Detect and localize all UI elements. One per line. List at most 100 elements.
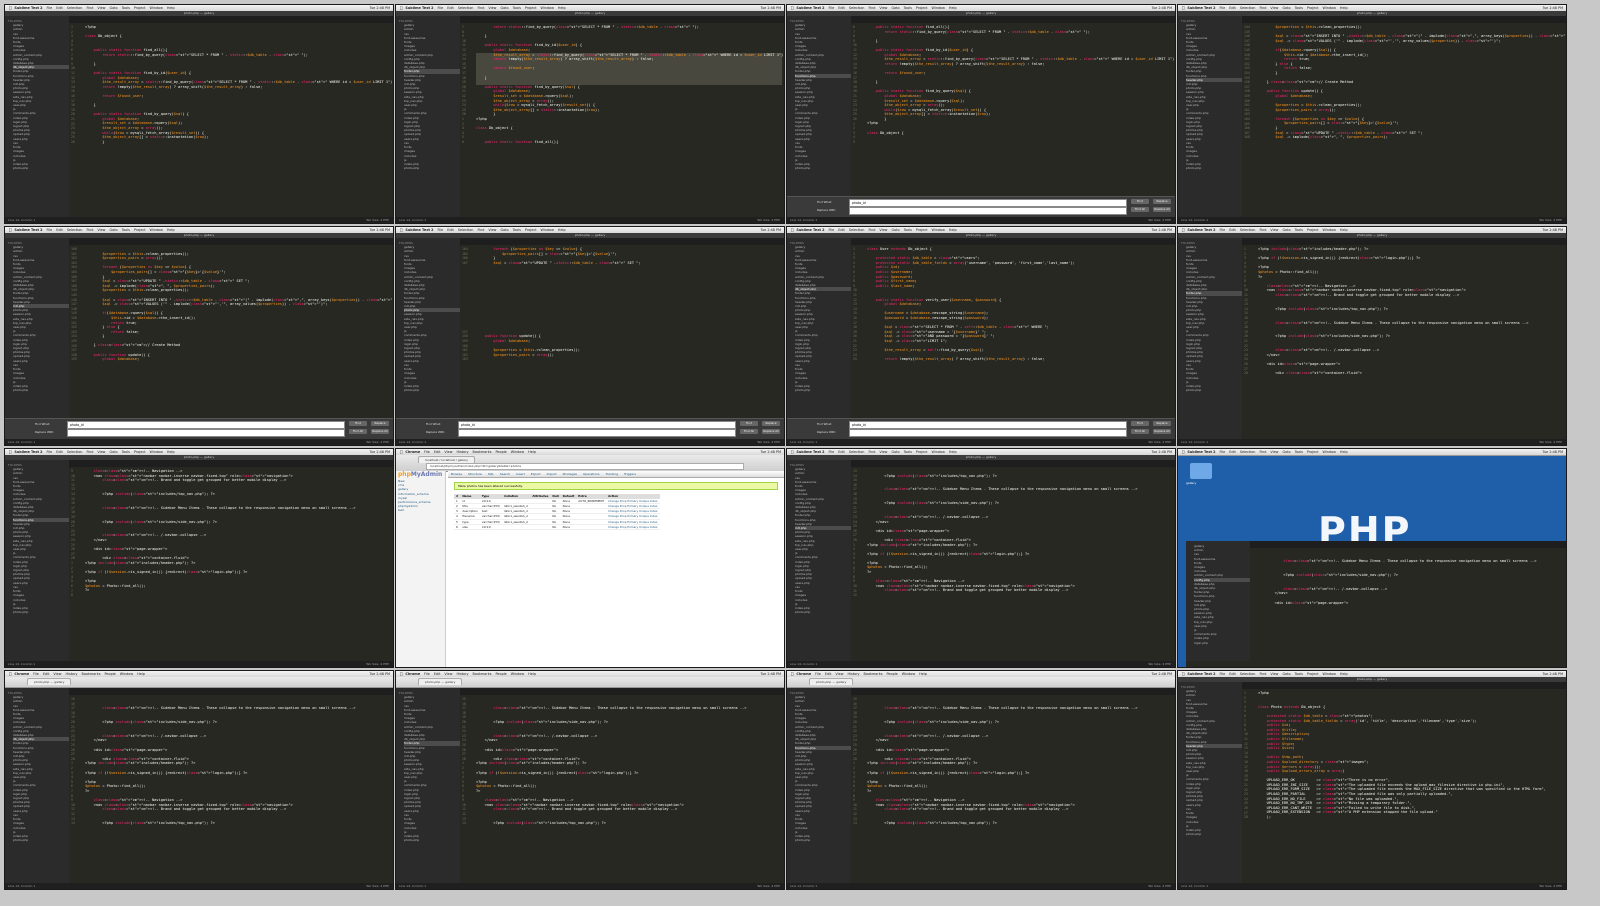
sidebar-item[interactable]: photo.php (13, 166, 69, 170)
menu-item[interactable]: Help (558, 228, 566, 232)
menu-item[interactable]: File (829, 6, 835, 10)
menu-item[interactable]: Tools (122, 228, 130, 232)
menu-item[interactable]: Goto (1282, 672, 1290, 676)
replace-button[interactable]: Replace (1153, 421, 1171, 426)
menu-item[interactable]: View (1270, 672, 1278, 676)
pma-tab[interactable]: Search (497, 471, 513, 477)
menu-item[interactable]: Help (1340, 672, 1348, 676)
menu-item[interactable]: Window (150, 6, 163, 10)
replace-button[interactable]: Replace (762, 421, 780, 426)
menu-item[interactable]: Project (525, 228, 537, 232)
menu-item[interactable]: File (47, 6, 53, 10)
find-all-button[interactable]: Find All (1131, 207, 1149, 212)
menu-item[interactable]: Project (916, 228, 928, 232)
menu-item[interactable]: History (847, 672, 859, 676)
pma-tab[interactable]: Structure (465, 471, 485, 477)
menu-item[interactable]: Project (916, 450, 928, 454)
find-all-button[interactable]: Find All (1131, 429, 1149, 434)
status-syntax[interactable]: Tab Size: 4 PHP (1539, 439, 1562, 445)
menu-item[interactable]: Project (525, 6, 537, 10)
menu-item[interactable]: Edit (434, 450, 441, 454)
menu-item[interactable]: Goto (109, 228, 117, 232)
status-syntax[interactable]: Tab Size: 4 PHP (366, 661, 389, 667)
menu-item[interactable]: Selection (849, 228, 865, 232)
menu-item[interactable]: Selection (1240, 672, 1256, 676)
status-syntax[interactable]: Tab Size: 4 PHP (757, 883, 780, 889)
status-syntax[interactable]: Tab Size: 4 PHP (1148, 217, 1171, 223)
sidebar-item[interactable]: login.php (1194, 641, 1250, 645)
menu-item[interactable]: Help (1340, 228, 1348, 232)
sidebar-item[interactable]: photo.php (404, 838, 460, 842)
sidebar-item[interactable]: photo.php (795, 166, 851, 170)
replace-input[interactable] (458, 429, 736, 437)
menu-item[interactable]: Project (1307, 672, 1319, 676)
menu-item[interactable]: Selection (1240, 228, 1256, 232)
menu-item[interactable]: Goto (891, 450, 899, 454)
row-actions[interactable]: Change Drop Primary Unique Index (606, 508, 660, 515)
menu-item[interactable]: Goto (891, 6, 899, 10)
menu-item[interactable]: History (65, 672, 77, 676)
menu-app-name[interactable]: Sublime Text 2 (1187, 450, 1215, 454)
menu-item[interactable]: Edit (1229, 228, 1236, 232)
menu-item[interactable]: File (33, 672, 39, 676)
menu-item[interactable]: Selection (849, 450, 865, 454)
menu-item[interactable]: Bookmarks (473, 672, 492, 676)
pma-tab[interactable]: SQL (485, 471, 497, 477)
menu-item[interactable]: Window (932, 450, 945, 454)
menu-item[interactable]: Tools (1295, 672, 1303, 676)
menu-item[interactable]: Edit (1229, 450, 1236, 454)
menu-item[interactable]: Tools (122, 6, 130, 10)
menu-item[interactable]: Project (916, 6, 928, 10)
browser-tab[interactable]: photo.php — gallery (418, 678, 463, 685)
menu-app-name[interactable]: Sublime Text 2 (1187, 6, 1215, 10)
browser-tab[interactable]: photo.php — gallery (27, 678, 72, 685)
pma-logo[interactable]: phpMyAdmin (398, 471, 445, 479)
menu-item[interactable]: File (1220, 6, 1226, 10)
status-syntax[interactable]: Tab Size: 4 PHP (757, 217, 780, 223)
menu-item[interactable]: File (815, 672, 821, 676)
menu-app-name[interactable]: Chrome (14, 672, 29, 676)
sidebar-item[interactable]: photo.php (13, 610, 69, 614)
menu-item[interactable]: Selection (67, 228, 83, 232)
menu-item[interactable]: File (829, 450, 835, 454)
menu-item[interactable]: Help (558, 6, 566, 10)
menu-item[interactable]: Bookmarks (473, 450, 492, 454)
find-input[interactable]: photo_id (458, 421, 736, 429)
menu-item[interactable]: Tools (513, 228, 521, 232)
replace-all-button[interactable]: Replace All (371, 429, 389, 434)
menu-item[interactable]: Window (541, 6, 554, 10)
menu-item[interactable]: Project (134, 6, 146, 10)
menu-item[interactable]: Selection (1240, 6, 1256, 10)
browser-tab[interactable]: localhost / localhost / gallery (418, 456, 476, 463)
menu-app-name[interactable]: Sublime Text 2 (796, 228, 824, 232)
menu-item[interactable]: File (424, 450, 430, 454)
menu-item[interactable]: Edit (56, 6, 63, 10)
menu-item[interactable]: Edit (43, 672, 50, 676)
menu-item[interactable]: Help (528, 450, 536, 454)
menu-item[interactable]: View (835, 672, 843, 676)
menu-item[interactable]: Edit (825, 672, 832, 676)
menu-item[interactable]: Find (868, 228, 875, 232)
menu-item[interactable]: History (456, 672, 468, 676)
menu-item[interactable]: Window (511, 450, 524, 454)
replace-input[interactable] (67, 429, 345, 437)
menu-item[interactable]: Bookmarks (864, 672, 883, 676)
menu-item[interactable]: Help (528, 672, 536, 676)
folder-icon[interactable] (1190, 463, 1212, 479)
pma-tab[interactable]: Triggers (621, 471, 639, 477)
status-syntax[interactable]: Tab Size: 4 PHP (366, 439, 389, 445)
menu-item[interactable]: Tools (904, 450, 912, 454)
find-button[interactable]: Find (349, 421, 367, 426)
menu-item[interactable]: Help (949, 450, 957, 454)
status-syntax[interactable]: Tab Size: 4 PHP (1539, 883, 1562, 889)
menu-item[interactable]: Help (167, 228, 175, 232)
menu-item[interactable]: Window (902, 672, 915, 676)
status-syntax[interactable]: Tab Size: 4 PHP (366, 883, 389, 889)
menu-item[interactable]: Find (1259, 228, 1266, 232)
menu-app-name[interactable]: Chrome (796, 672, 811, 676)
browser-tab[interactable]: photo.php — gallery (809, 678, 854, 685)
menu-item[interactable]: View (444, 450, 452, 454)
replace-button[interactable]: Replace (371, 421, 389, 426)
menu-item[interactable]: People (496, 450, 507, 454)
menu-app-name[interactable]: Chrome (405, 672, 420, 676)
